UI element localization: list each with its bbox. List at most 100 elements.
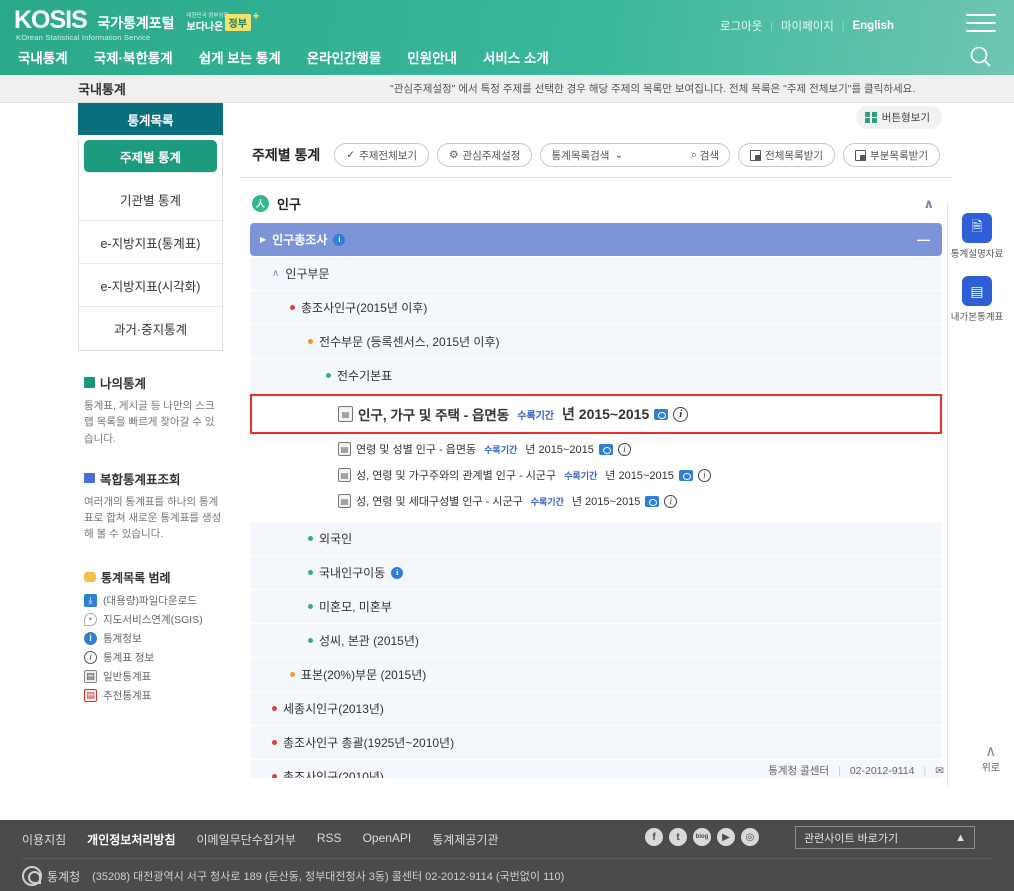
period-value: 년 2015~2015	[605, 470, 674, 482]
period-value: 년 2015~2015	[562, 406, 650, 422]
tree-row-population-section[interactable]: ∧ 인구부문	[250, 257, 942, 290]
view-mode-button[interactable]: 버튼형보기	[856, 106, 942, 129]
legend-item: ▤ 일반통계표	[84, 669, 223, 684]
logo-subtitle: KOrean Statistical Information Service	[16, 33, 151, 42]
info-icon[interactable]: i	[391, 566, 404, 579]
search-submit-button[interactable]: ⌕ 검색	[691, 148, 719, 163]
gov-badge-main-text: 보다나은	[186, 22, 224, 33]
general-table-icon: ▤	[84, 669, 97, 683]
nav-civil-service[interactable]: 민원안내	[407, 47, 483, 67]
stat-table-row[interactable]: ▤ 성, 연령 및 세대구성별 인구 - 시군구 수록기간 년 2015~201…	[250, 488, 942, 514]
partial-list-download-button[interactable]: 부분목록받기	[843, 143, 940, 167]
tree-row-census-summary[interactable]: 총조사인구 총괄(1925년~2010년)	[250, 726, 942, 759]
stat-table-row-highlighted[interactable]: ▤ 인구, 가구 및 주택 - 읍면동 수록기간 년 2015~2015 i	[250, 394, 942, 434]
facebook-icon[interactable]: f	[645, 828, 663, 846]
topic-settings-button[interactable]: ⚙ 관심주제설정	[437, 143, 533, 167]
footer-link-rss[interactable]: RSS	[317, 831, 342, 848]
composite-title-row: 복합통계표조회	[84, 469, 223, 488]
my-stats-block[interactable]: 나의통계 통계표, 게시글 등 나만의 스크랩 목록을 빠르게 찾아갈 수 있습…	[78, 373, 223, 447]
stat-table-name: 성, 연령 및 세대구성별 인구 - 시군구	[356, 496, 523, 508]
period-value: 년 2015~2015	[571, 496, 641, 508]
legend-item: i 통계표 정보	[84, 650, 223, 665]
collapse-icon[interactable]: —	[917, 232, 930, 247]
search-input[interactable]	[629, 149, 685, 161]
instagram-icon[interactable]: ◎	[741, 828, 759, 846]
nav-international-stats[interactable]: 국제·북한통계	[94, 47, 199, 67]
footer-links: 이용지침 개인정보처리방침 이메일무단수집거부 RSS OpenAPI 통계제공…	[22, 831, 499, 848]
tree-row-population-census[interactable]: ▶ 인구총조사 i —	[250, 223, 942, 256]
tree-row-unmarried-parents[interactable]: 미혼모, 미혼부	[250, 590, 942, 623]
site-logo[interactable]: KOSIS 국가통계포털 KOrean Statistical Informat…	[14, 8, 260, 43]
blog-icon[interactable]: blog	[693, 828, 711, 846]
chevron-up-icon[interactable]: ∧	[923, 196, 934, 212]
table-info-icon[interactable]: i	[664, 494, 678, 508]
map-service-icon[interactable]	[678, 469, 693, 481]
footer-link-usage-guide[interactable]: 이용지침	[22, 831, 66, 848]
legend-item: • 지도서비스연계(SGIS)	[84, 612, 223, 627]
tree-row-full-enumeration[interactable]: 전수부문 (등록센서스, 2015년 이후)	[250, 325, 942, 358]
tree-row-sejong-population[interactable]: 세종시인구(2013년)	[250, 692, 942, 725]
english-link[interactable]: English	[852, 20, 894, 32]
tree-row-label: 총조사인구(2010년)	[283, 770, 384, 778]
stat-table-row[interactable]: ▤ 연령 및 성별 인구 - 읍면동 수록기간 년 2015~2015 i	[250, 436, 942, 462]
sidebar-item-subject-stats[interactable]: 주제별 통계	[84, 140, 217, 173]
sidebar-item-local-indicators-table[interactable]: e-지방지표(통계표)	[79, 221, 222, 264]
content-toolbar: 주제별 통계 ✓ 주제전체보기 ⚙ 관심주제설정 통계목록검색 ⌄ ⌕ 검색 전…	[240, 137, 952, 178]
nav-online-publications[interactable]: 온라인간행물	[307, 47, 408, 67]
search-icon[interactable]	[968, 44, 994, 70]
bullet-green-icon	[326, 373, 331, 378]
search-box[interactable]: 통계목록검색 ⌄ ⌕ 검색	[540, 143, 731, 167]
topic-header-population[interactable]: 人 인구 ∧	[250, 188, 942, 223]
utility-separator: |	[841, 20, 845, 32]
nav-service-intro[interactable]: 서비스 소개	[483, 47, 575, 67]
footer-social-links: f t blog ▶ ◎	[645, 828, 759, 846]
composite-table-block[interactable]: 복합통계표조회 여러개의 통계표를 하나의 통계표로 합쳐 새로운 통계표를 생…	[78, 469, 223, 543]
nav-domestic-stats[interactable]: 국내통계	[18, 47, 94, 67]
tree-row-surname-origin[interactable]: 성씨, 본관 (2015년)	[250, 624, 942, 657]
tree-row-sample-section[interactable]: 표본(20%)부문 (2015년)	[250, 658, 942, 691]
sidebar-item-local-indicators-visual[interactable]: e-지방지표(시각화)	[79, 264, 222, 307]
table-info-icon[interactable]: i	[617, 442, 631, 456]
nav-easy-stats[interactable]: 쉽게 보는 통계	[199, 47, 307, 67]
all-topics-button[interactable]: ✓ 주제전체보기	[334, 143, 430, 167]
sidebar-item-agency-stats[interactable]: 기관별 통계	[79, 178, 222, 221]
footer-link-email-collection-refusal[interactable]: 이메일무단수집거부	[197, 831, 296, 848]
tree-row-domestic-migration[interactable]: 국내인구이동 i	[250, 556, 942, 589]
notice-bar: 국내통계 "관심주제설정" 에서 특정 주제를 선택한 경우 해당 주제의 목록…	[0, 75, 1014, 103]
scroll-to-top-button[interactable]: ∧ 위로	[982, 744, 1000, 774]
full-list-download-button[interactable]: 전체목록받기	[738, 143, 836, 167]
population-topic-icon: 人	[252, 195, 269, 212]
notice-text: "관심주제설정" 에서 특정 주제를 선택한 경우 해당 주제의 목록만 보여집…	[390, 83, 916, 95]
footer-address: (35208) 대전광역시 서구 청사로 189 (둔산동, 정부대전청사 3동…	[92, 871, 565, 883]
search-category-select[interactable]: 통계목록검색 ⌄	[551, 148, 623, 163]
bullet-orange-icon	[290, 672, 295, 677]
general-table-icon: ▤	[338, 406, 353, 422]
mail-icon[interactable]: ✉	[935, 765, 944, 777]
footer-link-stat-providers[interactable]: 통계제공기관	[432, 831, 498, 848]
youtube-icon[interactable]: ▶	[717, 828, 735, 846]
table-info-icon[interactable]: i	[697, 468, 711, 482]
map-service-icon[interactable]	[645, 495, 660, 507]
my-stats-title-row: 나의통계	[84, 373, 223, 392]
stat-table-row[interactable]: ▤ 성, 연령 및 가구주와의 관계별 인구 - 시군구 수록기간 년 2015…	[250, 462, 942, 488]
logout-link[interactable]: 로그아웃	[720, 18, 762, 34]
map-service-icon[interactable]	[598, 443, 613, 455]
sidebar-item-past-discontinued[interactable]: 과거·중지통계	[79, 307, 222, 350]
tree-row-census-population-2015[interactable]: 총조사인구(2015년 이후)	[250, 291, 942, 324]
map-service-icon[interactable]	[654, 408, 669, 420]
legend-label: 일반통계표	[103, 670, 152, 683]
mypage-link[interactable]: 마이페이지	[781, 18, 834, 34]
quick-button-label: 내가본통계표	[950, 312, 1004, 323]
info-icon[interactable]: i	[333, 233, 346, 246]
quick-button-viewed-tables[interactable]: ▤ 내가본통계표	[948, 276, 1006, 323]
quick-button-stat-explanation[interactable]: 🗎 통계설명자료	[948, 213, 1006, 260]
call-center-phone: 02-2012-9114	[849, 764, 915, 777]
footer-link-privacy-policy[interactable]: 개인정보처리방침	[87, 831, 175, 848]
hamburger-menu-icon[interactable]	[966, 14, 996, 36]
twitter-icon[interactable]: t	[669, 828, 687, 846]
table-info-icon[interactable]: i	[673, 406, 689, 422]
tree-row-foreigners[interactable]: 외국인	[250, 522, 942, 555]
tree-row-basic-table[interactable]: 전수기본표	[250, 359, 942, 392]
related-sites-select[interactable]: 관련사이트 바로가기 ▲	[795, 826, 975, 849]
footer-link-openapi[interactable]: OpenAPI	[363, 831, 412, 848]
